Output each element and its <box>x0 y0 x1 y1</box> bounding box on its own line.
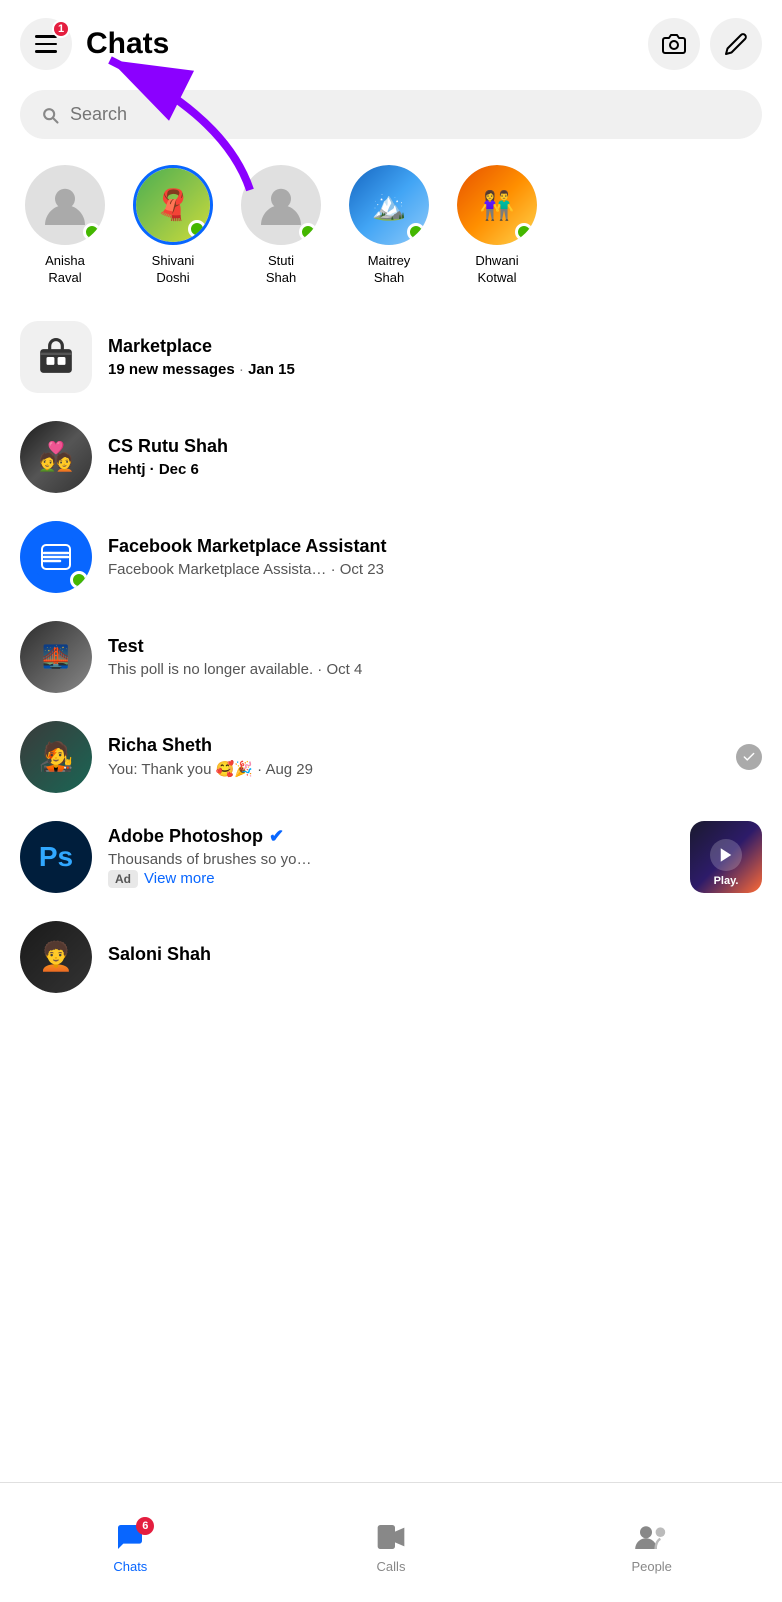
ps-logo-text: Ps <box>39 841 73 873</box>
nav-people[interactable]: People <box>521 1511 782 1574</box>
menu-badge: 1 <box>52 20 70 38</box>
story-name-anisha: AnishaRaval <box>45 253 85 287</box>
ad-thumbnail-inner: Play. <box>690 821 762 893</box>
header-actions <box>648 18 762 70</box>
nav-chats[interactable]: 6 Chats <box>0 1511 261 1574</box>
chat-name-marketplace: Marketplace <box>108 336 762 357</box>
online-indicator <box>299 223 317 241</box>
header: 1 Chats <box>0 0 782 82</box>
chat-avatar-richa: 🧑‍🎤 <box>20 721 92 793</box>
bottom-nav: 6 Chats Calls People <box>0 1482 782 1602</box>
calls-nav-icon <box>375 1521 407 1553</box>
story-avatar-stuti <box>241 165 321 245</box>
chat-avatar-test: 🌉 <box>20 621 92 693</box>
compose-button[interactable] <box>710 18 762 70</box>
people-nav-label: People <box>631 1559 671 1574</box>
chats-nav-icon: 6 <box>114 1521 146 1553</box>
story-avatar-anisha <box>25 165 105 245</box>
chat-meta-richa <box>736 744 762 770</box>
online-indicator <box>70 571 88 589</box>
chat-name-adobe: Adobe Photoshop ✔ <box>108 826 674 847</box>
chat-item-marketplace[interactable]: Marketplace 19 new messages · Jan 15 <box>0 307 782 407</box>
story-avatar-maitrey: 🏔️ <box>349 165 429 245</box>
stories-row: AnishaRaval 🧣 ShivaniDoshi StutiShah 🏔️ … <box>0 155 782 307</box>
chat-list: Marketplace 19 new messages · Jan 15 💑 C… <box>0 307 782 1007</box>
chat-preview-fb-marketplace: Facebook Marketplace Assista… · Oct 23 <box>108 561 762 578</box>
chat-content-saloni: Saloni Shah <box>108 944 762 969</box>
chat-item-cs-rutu[interactable]: 💑 CS Rutu Shah Hehtj · Dec 6 <box>0 407 782 507</box>
story-maitrey[interactable]: 🏔️ MaitreyShah <box>344 165 434 287</box>
chat-preview-cs-rutu: Hehtj · Dec 6 <box>108 461 762 478</box>
people-nav-icon <box>634 1521 670 1553</box>
online-indicator <box>83 223 101 241</box>
chat-avatar-cs-rutu: 💑 <box>20 421 92 493</box>
chat-item-test[interactable]: 🌉 Test This poll is no longer available.… <box>0 607 782 707</box>
chat-preview-richa: You: Thank you 🥰🎉 · Aug 29 <box>108 760 720 778</box>
chat-preview-test: This poll is no longer available. · Oct … <box>108 661 762 678</box>
ad-label: Ad <box>108 870 138 888</box>
online-indicator <box>515 223 533 241</box>
story-anisha[interactable]: AnishaRaval <box>20 165 110 287</box>
hamburger-icon <box>35 35 57 53</box>
chat-content-adobe: Adobe Photoshop ✔ Thousands of brushes s… <box>108 826 674 888</box>
chat-name-saloni: Saloni Shah <box>108 944 762 965</box>
story-name-stuti: StutiShah <box>266 253 296 287</box>
view-more-link[interactable]: View more <box>144 870 215 887</box>
chat-item-richa[interactable]: 🧑‍🎤 Richa Sheth You: Thank you 🥰🎉 · Aug … <box>0 707 782 807</box>
story-avatar-dhwani: 👫 <box>457 165 537 245</box>
page-title: Chats <box>86 27 648 61</box>
ad-row: Ad View more <box>108 870 674 888</box>
chat-avatar-fb-marketplace <box>20 521 92 593</box>
chat-name-test: Test <box>108 636 762 657</box>
story-name-shivani: ShivaniDoshi <box>152 253 195 287</box>
chat-name-richa: Richa Sheth <box>108 735 720 756</box>
chat-preview-adobe: Thousands of brushes so yo… <box>108 851 674 868</box>
chat-item-fb-marketplace[interactable]: Facebook Marketplace Assistant Facebook … <box>0 507 782 607</box>
chats-nav-badge: 6 <box>136 1517 154 1535</box>
search-input[interactable] <box>70 104 742 125</box>
chat-content-richa: Richa Sheth You: Thank you 🥰🎉 · Aug 29 <box>108 735 720 778</box>
chat-item-adobe[interactable]: Ps Adobe Photoshop ✔ Thousands of brushe… <box>0 807 782 907</box>
chat-content-test: Test This poll is no longer available. ·… <box>108 636 762 678</box>
chat-content-cs-rutu: CS Rutu Shah Hehtj · Dec 6 <box>108 436 762 478</box>
chat-content-marketplace: Marketplace 19 new messages · Jan 15 <box>108 336 762 378</box>
story-name-maitrey: MaitreyShah <box>368 253 411 287</box>
chat-avatar-saloni: 🧑‍🦱 <box>20 921 92 993</box>
story-stuti[interactable]: StutiShah <box>236 165 326 287</box>
menu-button[interactable]: 1 <box>20 18 72 70</box>
read-receipt <box>736 744 762 770</box>
online-indicator <box>188 220 206 238</box>
search-bar <box>0 82 782 155</box>
nav-calls[interactable]: Calls <box>261 1511 522 1574</box>
story-avatar-shivani: 🧣 <box>133 165 213 245</box>
story-dhwani[interactable]: 👫 DhwaniKotwal <box>452 165 542 287</box>
marketplace-avatar <box>20 321 92 393</box>
story-shivani[interactable]: 🧣 ShivaniDoshi <box>128 165 218 287</box>
story-name-dhwani: DhwaniKotwal <box>475 253 518 287</box>
calls-nav-label: Calls <box>377 1559 406 1574</box>
chat-content-fb-marketplace: Facebook Marketplace Assistant Facebook … <box>108 536 762 578</box>
chat-name-cs-rutu: CS Rutu Shah <box>108 436 762 457</box>
verified-badge: ✔ <box>269 826 284 847</box>
search-icon <box>40 105 60 125</box>
online-indicator <box>407 223 425 241</box>
chat-preview-marketplace: 19 new messages · Jan 15 <box>108 361 762 378</box>
play-label: Play. <box>714 875 739 887</box>
search-input-wrap[interactable] <box>20 90 762 139</box>
camera-button[interactable] <box>648 18 700 70</box>
chat-avatar-adobe: Ps <box>20 821 92 893</box>
chats-nav-label: Chats <box>113 1559 147 1574</box>
ad-thumbnail: Play. <box>690 821 762 893</box>
chat-item-saloni[interactable]: 🧑‍🦱 Saloni Shah <box>0 907 782 1007</box>
chat-name-fb-marketplace: Facebook Marketplace Assistant <box>108 536 762 557</box>
